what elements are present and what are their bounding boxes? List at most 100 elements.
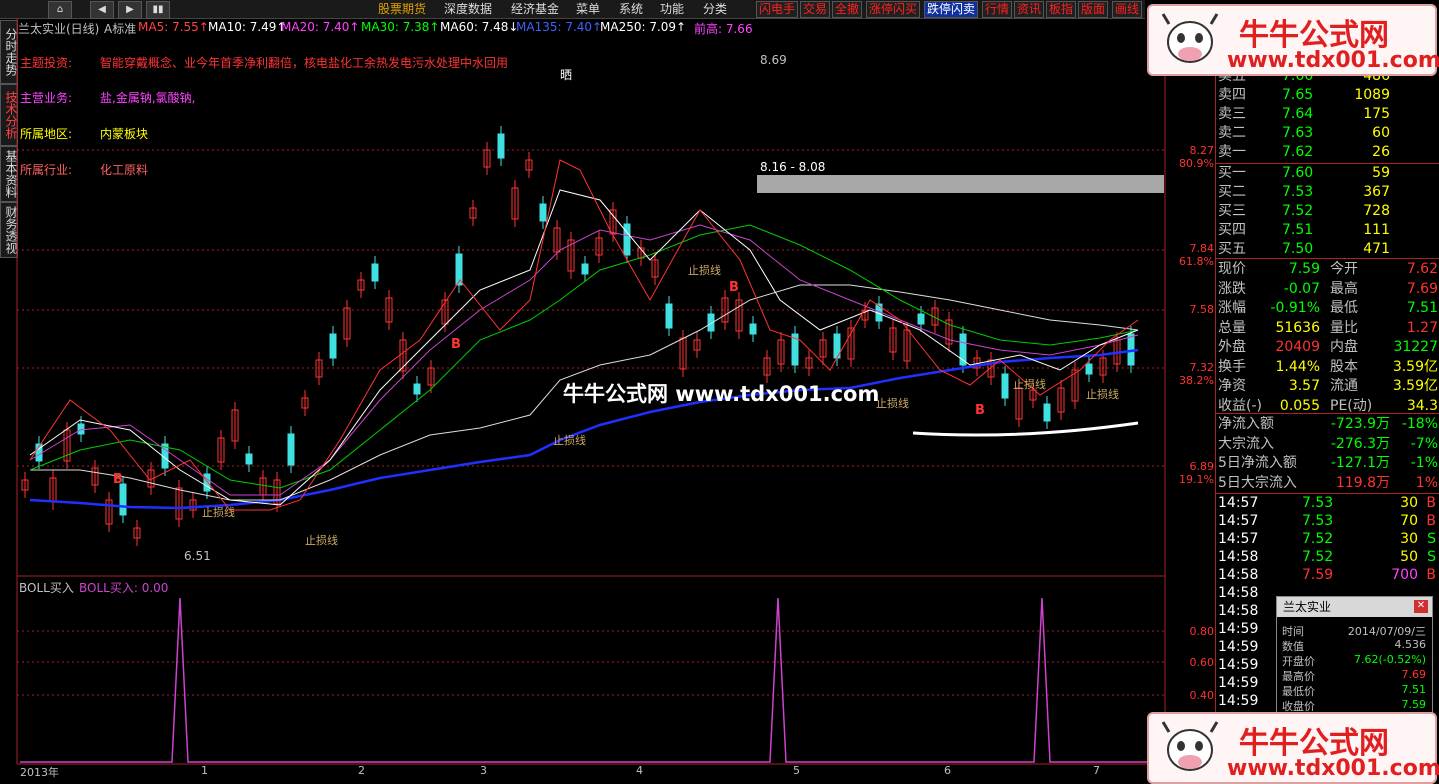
price-tick: 38.2% [1179,374,1214,387]
ask-level-label: 卖四 [1218,87,1246,103]
popup-key: 数值 [1282,640,1304,653]
candle [623,223,631,256]
popup-title-bar[interactable]: 兰太实业 ✕ [1277,597,1432,617]
tick-volume: 30 [1400,495,1418,511]
ask-row: 卖三 7.64 175 [1216,105,1439,124]
flow-row: 大宗流入 -276.3万 -7% [1216,435,1439,454]
close-icon[interactable]: ✕ [1414,600,1428,613]
ask-volume: 26 [1372,144,1390,160]
candle [77,423,85,435]
tick-price: 7.53 [1302,495,1334,511]
ma135-line [29,348,1139,510]
stat-key: 净资 [1218,378,1246,394]
tick-side: B [1426,513,1436,529]
tick-row: 14:57 7.53 70 B [1216,512,1439,531]
watermark-url: www.tdx001.com [1227,48,1439,73]
tick-volume: 700 [1391,567,1418,583]
ask-level-label: 卖一 [1218,144,1246,160]
bid-volume: 728 [1363,203,1390,219]
stoploss-label-1: 止损线 [305,534,338,547]
flow-percent: -18% [1401,416,1438,432]
tick-time: 14:59 [1218,675,1259,691]
tick-time: 14:59 [1218,657,1259,673]
price-tick: 7.58 [1189,303,1215,316]
ask-level-label: 卖三 [1218,106,1246,122]
bid-level-label: 买三 [1218,203,1246,219]
stat-value: 31227 [1393,339,1438,355]
cow-logo-icon [1161,721,1219,771]
stat-value: 20409 [1275,339,1320,355]
stat-value: 7.51 [1406,300,1438,316]
date-tick: 2 [358,764,365,777]
tick-time: 14:59 [1218,621,1259,637]
candle [287,433,295,466]
tick-price: 7.52 [1302,531,1334,547]
stat-value: 51636 [1275,319,1320,336]
candle [413,383,421,395]
tick-time: 14:58 [1218,567,1259,583]
ask-volume: 1089 [1354,87,1390,103]
tick-time: 14:58 [1218,585,1259,601]
ask-volume: 175 [1363,106,1390,122]
popup-value: 7.51 [1401,683,1427,696]
resistance-zone [757,175,1164,193]
stat-value: -0.91% [1270,300,1320,316]
bid-volume: 59 [1372,165,1390,181]
tick-price: 7.53 [1302,513,1334,529]
stat-key: 外盘 [1218,339,1246,355]
bid-price: 7.53 [1282,184,1314,200]
stat-key: 流通 [1330,378,1358,394]
tick-row: 14:57 7.53 30 B [1216,494,1439,513]
stoploss-label-3: 止损线 [553,434,586,447]
tick-side: S [1427,531,1436,547]
bid-price: 7.60 [1282,165,1314,181]
price-tick: 7.32 [1189,361,1215,374]
stat-value: -0.07 [1283,280,1320,297]
flow-key: 大宗流入 [1218,435,1274,452]
ask-price: 7.62 [1282,144,1314,160]
tick-time: 14:57 [1218,513,1259,529]
candle [665,303,673,329]
tick-volume: 70 [1400,513,1418,529]
stat-value: 1.27 [1406,319,1438,336]
popup-value: 2014/07/09/三 [1347,625,1426,638]
stat-key: 股本 [1330,358,1358,375]
tick-price: 7.59 [1302,567,1334,583]
candle [371,263,379,282]
stoploss-label-7: 止损线 [1086,388,1119,401]
popup-value: 7.69 [1401,668,1427,681]
stat-row: 外盘 20409 内盘 31227 [1216,338,1439,357]
bid-row: 买二 7.53 367 [1216,183,1439,202]
bid-level-label: 买二 [1218,184,1246,200]
candle [749,323,757,335]
candle [245,453,253,465]
bid-price: 7.51 [1282,222,1314,238]
popup-value: 4.536 [1394,638,1427,651]
tick-side: B [1426,567,1436,583]
ask-price: 7.65 [1282,87,1314,103]
tick-side: S [1427,549,1436,565]
bid-row: 买四 7.51 111 [1216,221,1439,240]
popup-value: 7.62(-0.52%) [1354,653,1426,666]
tick-row: 14:57 7.52 30 S [1216,530,1439,549]
low-price-label: 6.51 [184,549,211,563]
tick-time: 14:58 [1218,549,1259,565]
boll-signal-line [20,597,1163,763]
flow-row: 5日大宗流入 119.8万 1% [1216,474,1439,493]
flow-percent: -1% [1410,455,1438,471]
indicator-name[interactable]: BOLL买入 [19,579,74,596]
buy-signal-label-1: B [113,472,123,487]
price-tick: 80.9% [1179,157,1214,170]
tick-side: B [1426,495,1436,511]
stat-value: 7.59 [1288,261,1320,277]
zone-label: 8.16 - 8.08 [760,160,826,174]
stat-key: 今开 [1330,261,1358,277]
tick-row: 14:58 7.59 700 B [1216,566,1439,585]
price-tick: 8.27 [1189,144,1215,157]
flow-value: -723.9万 [1330,416,1390,432]
stoploss-label-6: 止损线 [1013,378,1046,391]
stat-key: 内盘 [1330,339,1358,355]
bid-level-label: 买一 [1218,165,1246,181]
bid-level-label: 买四 [1218,222,1246,238]
tick-volume: 50 [1400,549,1418,565]
